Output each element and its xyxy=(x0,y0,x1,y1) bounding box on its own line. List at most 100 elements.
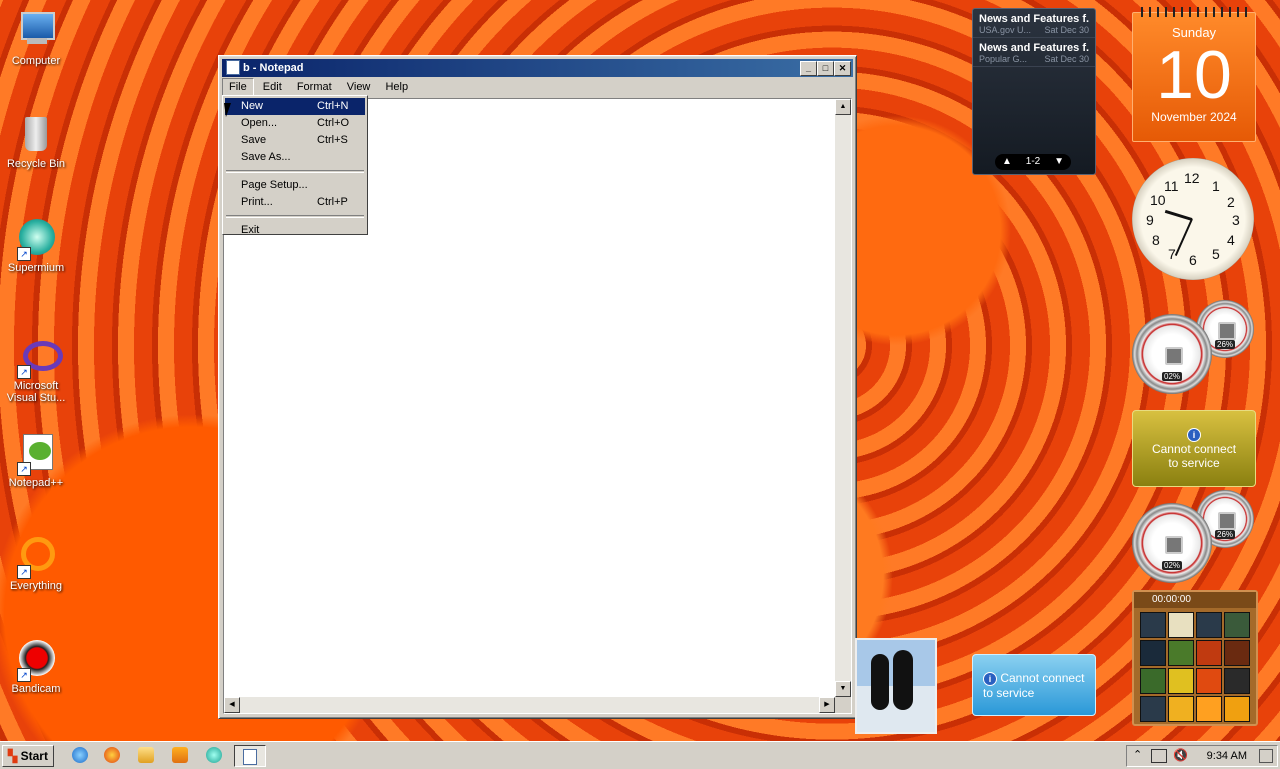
rss-item[interactable]: News and Features f... Popular G... Sat D… xyxy=(973,38,1095,67)
desktop-icon-label: Notepad++ xyxy=(8,477,64,489)
scroll-up-button[interactable]: ▲ xyxy=(835,99,851,115)
everything-icon: ↗ xyxy=(15,535,57,579)
menu-item-label: Page Setup... xyxy=(241,179,308,191)
rss-pager: ▲ 1-2 ▼ xyxy=(995,154,1071,170)
meter-hub-icon xyxy=(1218,512,1236,530)
calendar-spiral xyxy=(1141,7,1247,17)
weather-gadget[interactable]: i Cannot connect to service xyxy=(1132,410,1256,487)
internet-explorer-icon[interactable] xyxy=(72,747,88,763)
pager-down-icon[interactable]: ▼ xyxy=(1054,154,1064,170)
menu-item-print[interactable]: Print... Ctrl+P xyxy=(225,194,365,211)
memory-value: 26% xyxy=(1214,529,1236,539)
cpu-meter[interactable]: 02% xyxy=(1132,314,1212,394)
pager-up-icon[interactable]: ▲ xyxy=(1002,154,1012,170)
firefox-icon[interactable] xyxy=(104,747,120,763)
shortcut-arrow-icon: ↗ xyxy=(17,565,31,579)
shortcut-arrow-icon: ↗ xyxy=(17,462,31,476)
desktop-icon-supermium[interactable]: ↗ Supermium xyxy=(4,217,68,274)
puzzle-grid[interactable] xyxy=(1140,612,1256,722)
menu-edit[interactable]: Edit xyxy=(257,78,288,96)
title-bar[interactable]: b - Notepad _ □ ✕ xyxy=(222,59,853,77)
visual-studio-icon: ↗ xyxy=(15,335,63,379)
clock-number: 3 xyxy=(1232,212,1240,228)
calendar-month-year: November 2024 xyxy=(1151,110,1237,124)
desktop-icon-visual-studio[interactable]: ↗ Microsoft Visual Stu... xyxy=(4,335,68,404)
menu-item-shortcut: Ctrl+P xyxy=(317,196,348,208)
rss-item[interactable]: News and Features f... USA.gov U... Sat D… xyxy=(973,9,1095,38)
file-menu-dropdown: New Ctrl+N Open... Ctrl+O Save Ctrl+S Save … xyxy=(222,95,368,236)
picture-puzzle-gadget[interactable]: 00:00:00 xyxy=(1132,590,1258,726)
media-player-icon[interactable] xyxy=(172,747,188,763)
desktop-icon-label: Supermium xyxy=(7,262,65,274)
clock-number: 4 xyxy=(1227,232,1235,248)
scroll-down-button[interactable]: ▼ xyxy=(835,681,851,697)
show-desktop-icon[interactable] xyxy=(1259,749,1273,763)
menu-format[interactable]: Format xyxy=(291,78,338,96)
system-tray: ⌃ 🔇 9:34 AM xyxy=(1126,745,1278,767)
taskbar-button-notepad[interactable] xyxy=(234,745,266,767)
clock-gadget[interactable]: 12 1 2 3 4 5 6 7 8 9 10 11 xyxy=(1132,158,1254,280)
desktop-icon-computer[interactable]: Computer xyxy=(4,10,68,67)
cpu-meter[interactable]: 02% xyxy=(1132,503,1212,583)
menu-item-label: Save xyxy=(241,134,267,146)
menu-help[interactable]: Help xyxy=(379,78,414,96)
slideshow-gadget[interactable] xyxy=(855,638,937,734)
close-button[interactable]: ✕ xyxy=(834,61,851,76)
start-button[interactable]: ▚ Start xyxy=(2,745,54,767)
meter-hub-icon xyxy=(1165,347,1183,365)
desktop-icon-label: Microsoft Visual Stu... xyxy=(6,380,66,404)
menu-item-save[interactable]: Save Ctrl+S xyxy=(225,132,365,149)
shortcut-arrow-icon: ↗ xyxy=(17,668,31,682)
minimize-button[interactable]: _ xyxy=(800,61,817,76)
horizontal-scrollbar[interactable]: ◀ ▶ xyxy=(224,697,835,713)
scroll-left-button[interactable]: ◀ xyxy=(224,697,240,713)
menu-item-new[interactable]: New Ctrl+N xyxy=(225,98,365,115)
clock-number: 5 xyxy=(1212,246,1220,262)
menu-separator xyxy=(226,215,364,218)
clock-number: 8 xyxy=(1152,232,1160,248)
calendar-gadget[interactable]: Sunday 10 November 2024 xyxy=(1132,7,1256,142)
clock-number: 1 xyxy=(1212,178,1220,194)
desktop-icon-label: Recycle Bin xyxy=(6,158,66,170)
maximize-button[interactable]: □ xyxy=(817,61,834,76)
menu-item-save-as[interactable]: Save As... xyxy=(225,149,365,166)
bandicam-icon: ↗ xyxy=(15,638,57,682)
menu-item-exit[interactable]: Exit xyxy=(225,222,365,239)
network-icon[interactable] xyxy=(1151,749,1167,763)
folder-icon[interactable] xyxy=(138,747,154,763)
vertical-scrollbar[interactable]: ▲ ▼ xyxy=(835,99,851,697)
info-icon: i xyxy=(983,672,997,686)
pager-label: 1-2 xyxy=(1025,156,1041,167)
notepad-plus-plus-icon: ↗ xyxy=(15,432,57,476)
clock-number: 9 xyxy=(1146,212,1154,228)
desktop-icon-everything[interactable]: ↗ Everything xyxy=(4,535,68,592)
weather-message: Cannot connect to service xyxy=(1151,442,1237,470)
scroll-right-button[interactable]: ▶ xyxy=(819,697,835,713)
volume-muted-icon[interactable]: 🔇 xyxy=(1173,748,1188,762)
menu-file[interactable]: File xyxy=(222,78,254,96)
show-hidden-icons-icon[interactable]: ⌃ xyxy=(1133,748,1142,761)
menu-view[interactable]: View xyxy=(341,78,377,96)
menu-item-label: Print... xyxy=(241,196,273,208)
menu-item-open[interactable]: Open... Ctrl+O xyxy=(225,115,365,132)
menu-item-shortcut: Ctrl+S xyxy=(317,134,348,146)
taskbar-clock[interactable]: 9:34 AM xyxy=(1207,746,1247,766)
desktop-icon-recycle-bin[interactable]: Recycle Bin xyxy=(4,113,68,170)
desktop-icon-notepad-plus-plus[interactable]: ↗ Notepad++ xyxy=(4,432,68,489)
windows-logo-icon: ▚ xyxy=(8,749,18,763)
menu-item-shortcut: Ctrl+N xyxy=(317,100,349,112)
menu-separator xyxy=(226,170,364,173)
shortcut-arrow-icon: ↗ xyxy=(17,365,31,379)
supermium-taskbar-icon[interactable] xyxy=(206,747,222,763)
desktop-icon-label: Bandicam xyxy=(11,683,61,695)
weather-gadget-small[interactable]: i Cannot connect to service xyxy=(972,654,1096,716)
size-grip xyxy=(835,697,851,713)
puzzle-timer: 00:00:00 xyxy=(1134,592,1256,608)
window-title: b - Notepad xyxy=(243,62,304,74)
clock-hour-hand xyxy=(1164,209,1193,221)
rss-feed-gadget[interactable]: News and Features f... USA.gov U... Sat D… xyxy=(972,8,1096,175)
notepad-icon xyxy=(243,749,257,765)
desktop-icon-bandicam[interactable]: ↗ Bandicam xyxy=(4,638,68,695)
memory-value: 26% xyxy=(1214,339,1236,349)
menu-item-page-setup[interactable]: Page Setup... xyxy=(225,177,365,194)
